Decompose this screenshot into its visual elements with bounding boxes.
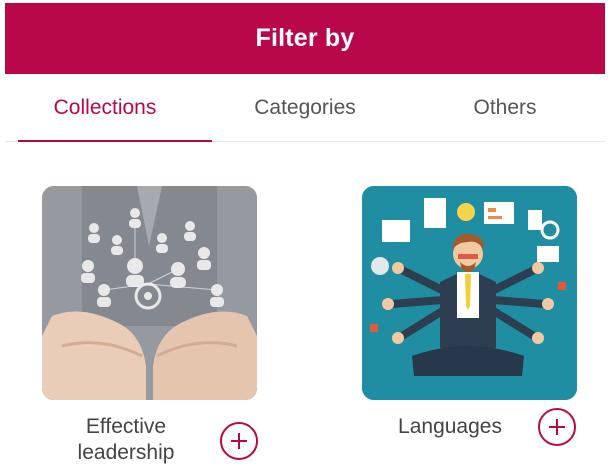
- card-title-line2: leadership: [77, 441, 175, 464]
- plus-icon: [231, 433, 247, 449]
- tab-collections[interactable]: Collections: [5, 74, 212, 142]
- tab-others[interactable]: Others: [405, 74, 605, 141]
- plus-icon: [549, 419, 565, 435]
- add-button[interactable]: [538, 408, 576, 446]
- collection-card-languages[interactable]: Languages: [362, 186, 577, 446]
- collection-card-effective-leadership[interactable]: Effective leadership: [42, 186, 258, 464]
- filter-tabs: Collections Categories Others: [5, 74, 605, 142]
- filter-header: Filter by: [5, 3, 605, 74]
- tab-categories[interactable]: Categories: [205, 74, 405, 141]
- languages-image: [362, 186, 577, 400]
- leadership-image: [42, 186, 257, 400]
- card-title-line1: Effective: [85, 415, 167, 438]
- page-title: Filter by: [255, 24, 355, 52]
- add-button[interactable]: [220, 422, 258, 460]
- card-title: Effective leadership: [42, 414, 210, 466]
- card-title: Languages: [398, 415, 502, 438]
